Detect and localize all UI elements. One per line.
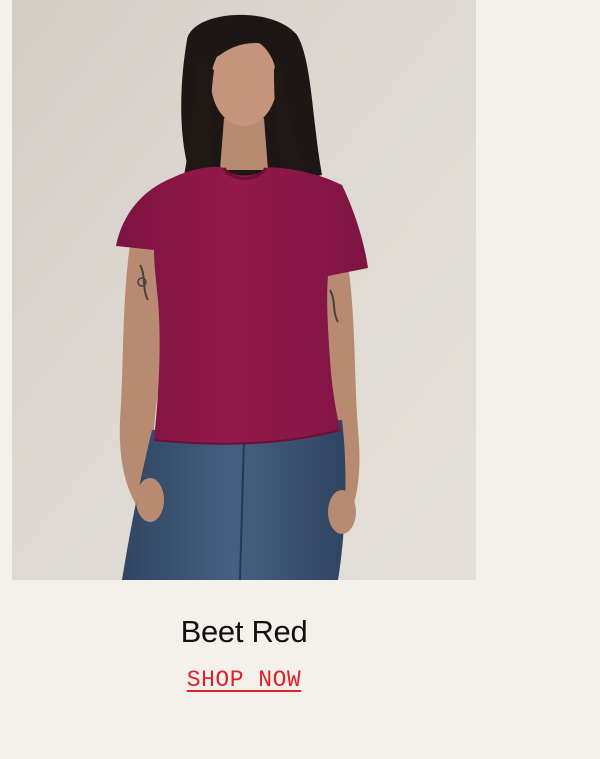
product-name: Beet Red [180,614,308,649]
model-photo-illustration [12,0,476,580]
shop-now-container: SHOP NOW [12,666,476,694]
product-photo[interactable] [12,0,476,580]
shop-now-link[interactable]: SHOP NOW [187,667,301,693]
product-card: Beet Red SHOP NOW [0,0,600,759]
